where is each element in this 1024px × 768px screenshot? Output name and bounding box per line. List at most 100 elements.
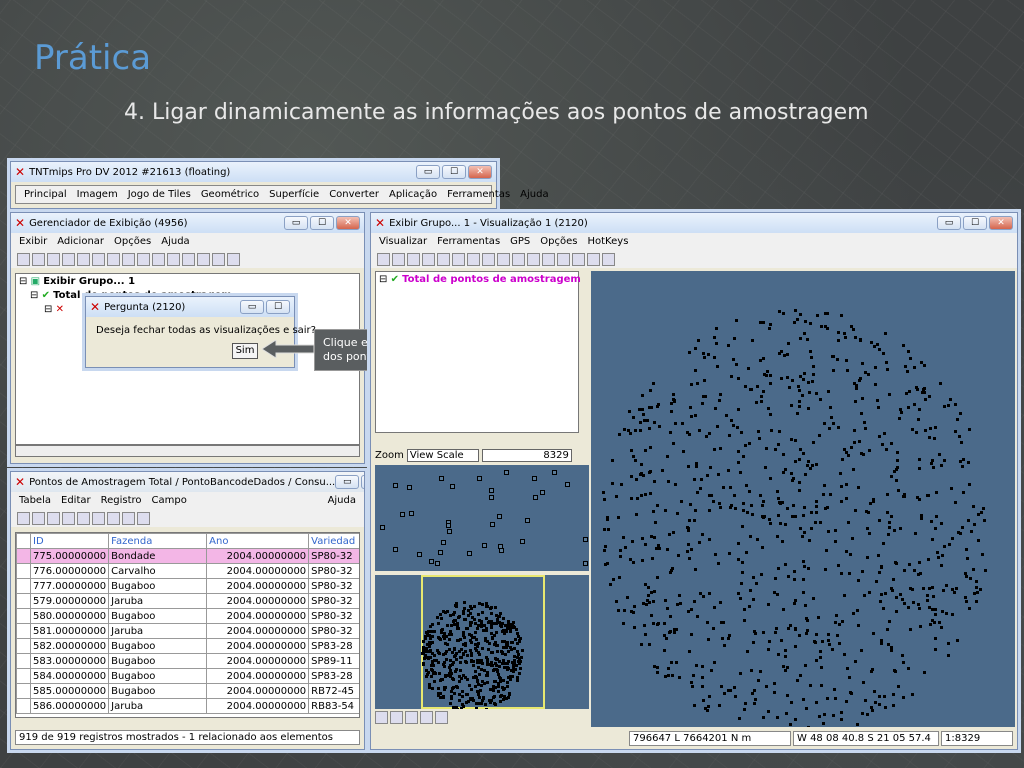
cell-variedade[interactable]: SP83-28	[308, 638, 359, 654]
cell-ano[interactable]: 2004.00000000	[206, 608, 310, 624]
close-button[interactable]: ✕	[989, 216, 1013, 230]
menu-campo[interactable]: Campo	[152, 495, 187, 506]
table-row[interactable]: 583.00000000 Bugaboo 2004.00000000 SP89-11	[16, 653, 359, 669]
raster-icon[interactable]	[107, 252, 120, 266]
menu-exibir[interactable]: Exibir	[19, 236, 47, 247]
column-header-fazenda[interactable]: Fazenda	[108, 533, 208, 549]
minimize-button[interactable]: ▭	[416, 165, 440, 179]
edit-icon[interactable]	[572, 252, 585, 266]
cell-ano[interactable]: 2004.00000000	[206, 698, 310, 714]
menu-tabela[interactable]: Tabela	[19, 495, 51, 506]
open-icon[interactable]	[32, 252, 45, 266]
menu-ajuda[interactable]: Ajuda	[161, 236, 189, 247]
print-icon[interactable]	[62, 252, 75, 266]
maximize-button[interactable]: ☐	[442, 165, 466, 179]
minimize-button[interactable]: ▭	[335, 475, 360, 489]
cell-ano[interactable]: 2004.00000000	[206, 563, 310, 579]
shape-icon[interactable]	[152, 252, 165, 266]
grid-icon[interactable]	[182, 252, 195, 266]
overview-map[interactable]	[375, 575, 589, 709]
column-header-ano[interactable]: Ano	[206, 533, 310, 549]
maximize-button[interactable]: ☐	[361, 475, 364, 489]
cell-variedade[interactable]: SP80-32	[308, 593, 359, 609]
cell-fazenda[interactable]: Jaruba	[108, 698, 208, 714]
row-selector[interactable]	[16, 698, 31, 714]
maximize-button[interactable]: ☐	[963, 216, 987, 230]
menu-superficie[interactable]: Superfície	[269, 189, 319, 200]
new-icon[interactable]	[17, 252, 30, 266]
cell-ano[interactable]: 2004.00000000	[206, 668, 310, 684]
table-row[interactable]: 580.00000000 Bugaboo 2004.00000000 SP80-32	[16, 608, 359, 624]
menu-converter[interactable]: Converter	[329, 189, 379, 200]
filter-icon[interactable]	[32, 511, 45, 525]
vector-icon[interactable]	[122, 252, 135, 266]
link-icon[interactable]	[392, 252, 405, 266]
cell-id[interactable]: 776.00000000	[29, 563, 110, 579]
maximize-button[interactable]: ☐	[266, 300, 290, 314]
cell-ano[interactable]: 2004.00000000	[206, 593, 310, 609]
menu-registro[interactable]: Registro	[101, 495, 142, 506]
add-layer-icon[interactable]	[92, 252, 105, 266]
column-header-id[interactable]: ID	[29, 533, 110, 549]
table-row[interactable]: 584.00000000 Bugaboo 2004.00000000 SP83-28	[16, 668, 359, 684]
cell-id[interactable]: 581.00000000	[29, 623, 110, 639]
menu-geometrico[interactable]: Geométrico	[201, 189, 259, 200]
menu-principal[interactable]: Principal	[24, 189, 67, 200]
layers-icon[interactable]	[587, 252, 600, 266]
gps-icon[interactable]	[482, 252, 495, 266]
cell-id[interactable]: 579.00000000	[29, 593, 110, 609]
cell-fazenda[interactable]: Bugaboo	[108, 683, 208, 699]
visible-check-icon[interactable]: ✔	[42, 290, 50, 301]
tree-hscrollbar[interactable]	[15, 445, 360, 457]
save-icon[interactable]	[47, 252, 60, 266]
legend-layer-item[interactable]: ⊟ ✔ Total de pontos de amostragem	[379, 274, 581, 285]
save-icon[interactable]	[92, 511, 105, 525]
menu-ferramentas[interactable]: Ferramentas	[437, 236, 500, 247]
layers-icon[interactable]	[435, 711, 448, 724]
cell-variedade[interactable]: SP80-32	[308, 623, 359, 639]
table-icon[interactable]	[212, 252, 225, 266]
minimize-button[interactable]: ▭	[240, 300, 264, 314]
menu-opcoes[interactable]: Opções	[540, 236, 577, 247]
close-button[interactable]: ✕	[336, 216, 360, 230]
zoom-icon[interactable]	[407, 252, 420, 266]
cell-ano[interactable]: 2004.00000000	[206, 638, 310, 654]
menu-ajuda[interactable]: Ajuda	[520, 189, 548, 200]
cell-fazenda[interactable]: Bugaboo	[108, 638, 208, 654]
cell-variedade[interactable]: SP80-32	[308, 548, 359, 564]
find-icon[interactable]	[107, 511, 120, 525]
menu-opcoes[interactable]: Opções	[114, 236, 151, 247]
cell-fazenda[interactable]: Jaruba	[108, 593, 208, 609]
cell-ano[interactable]: 2004.00000000	[206, 578, 310, 594]
table-row[interactable]: 777.00000000 Bugaboo 2004.00000000 SP80-32	[16, 578, 359, 594]
info-icon[interactable]	[137, 511, 150, 525]
cell-id[interactable]: 583.00000000	[29, 653, 110, 669]
cell-ano[interactable]: 2004.00000000	[206, 653, 310, 669]
menu-editar[interactable]: Editar	[61, 495, 91, 506]
stop-icon[interactable]	[512, 252, 525, 266]
select-icon[interactable]	[557, 252, 570, 266]
cell-id[interactable]: 775.00000000	[29, 548, 110, 564]
cell-id[interactable]: 585.00000000	[29, 683, 110, 699]
cell-variedade[interactable]: RB83-54	[308, 698, 359, 714]
close-button[interactable]: ✕	[468, 165, 492, 179]
region-icon[interactable]	[197, 252, 210, 266]
cad-icon[interactable]	[137, 252, 150, 266]
sketch-icon[interactable]	[602, 252, 615, 266]
cell-fazenda[interactable]: Bugaboo	[108, 578, 208, 594]
row-selector[interactable]	[16, 683, 31, 699]
tree-group-item[interactable]: ⊟ ▣ Exibir Grupo... 1	[19, 276, 135, 287]
row-selector[interactable]	[16, 608, 31, 624]
redraw-icon[interactable]	[377, 252, 390, 266]
table-row[interactable]: 775.00000000 Bondade 2004.00000000 SP80-32	[16, 548, 359, 564]
row-selector[interactable]	[16, 578, 31, 594]
row-selector[interactable]	[16, 548, 31, 564]
cell-id[interactable]: 580.00000000	[29, 608, 110, 624]
row-selector[interactable]	[16, 593, 31, 609]
table-row[interactable]: 586.00000000 Jaruba 2004.00000000 RB83-54	[16, 698, 359, 714]
cell-fazenda[interactable]: Jaruba	[108, 623, 208, 639]
cell-fazenda[interactable]: Bondade	[108, 548, 208, 564]
pointer-icon[interactable]	[452, 252, 465, 266]
minimize-button[interactable]: ▭	[284, 216, 308, 230]
layer-icon[interactable]	[77, 252, 90, 266]
